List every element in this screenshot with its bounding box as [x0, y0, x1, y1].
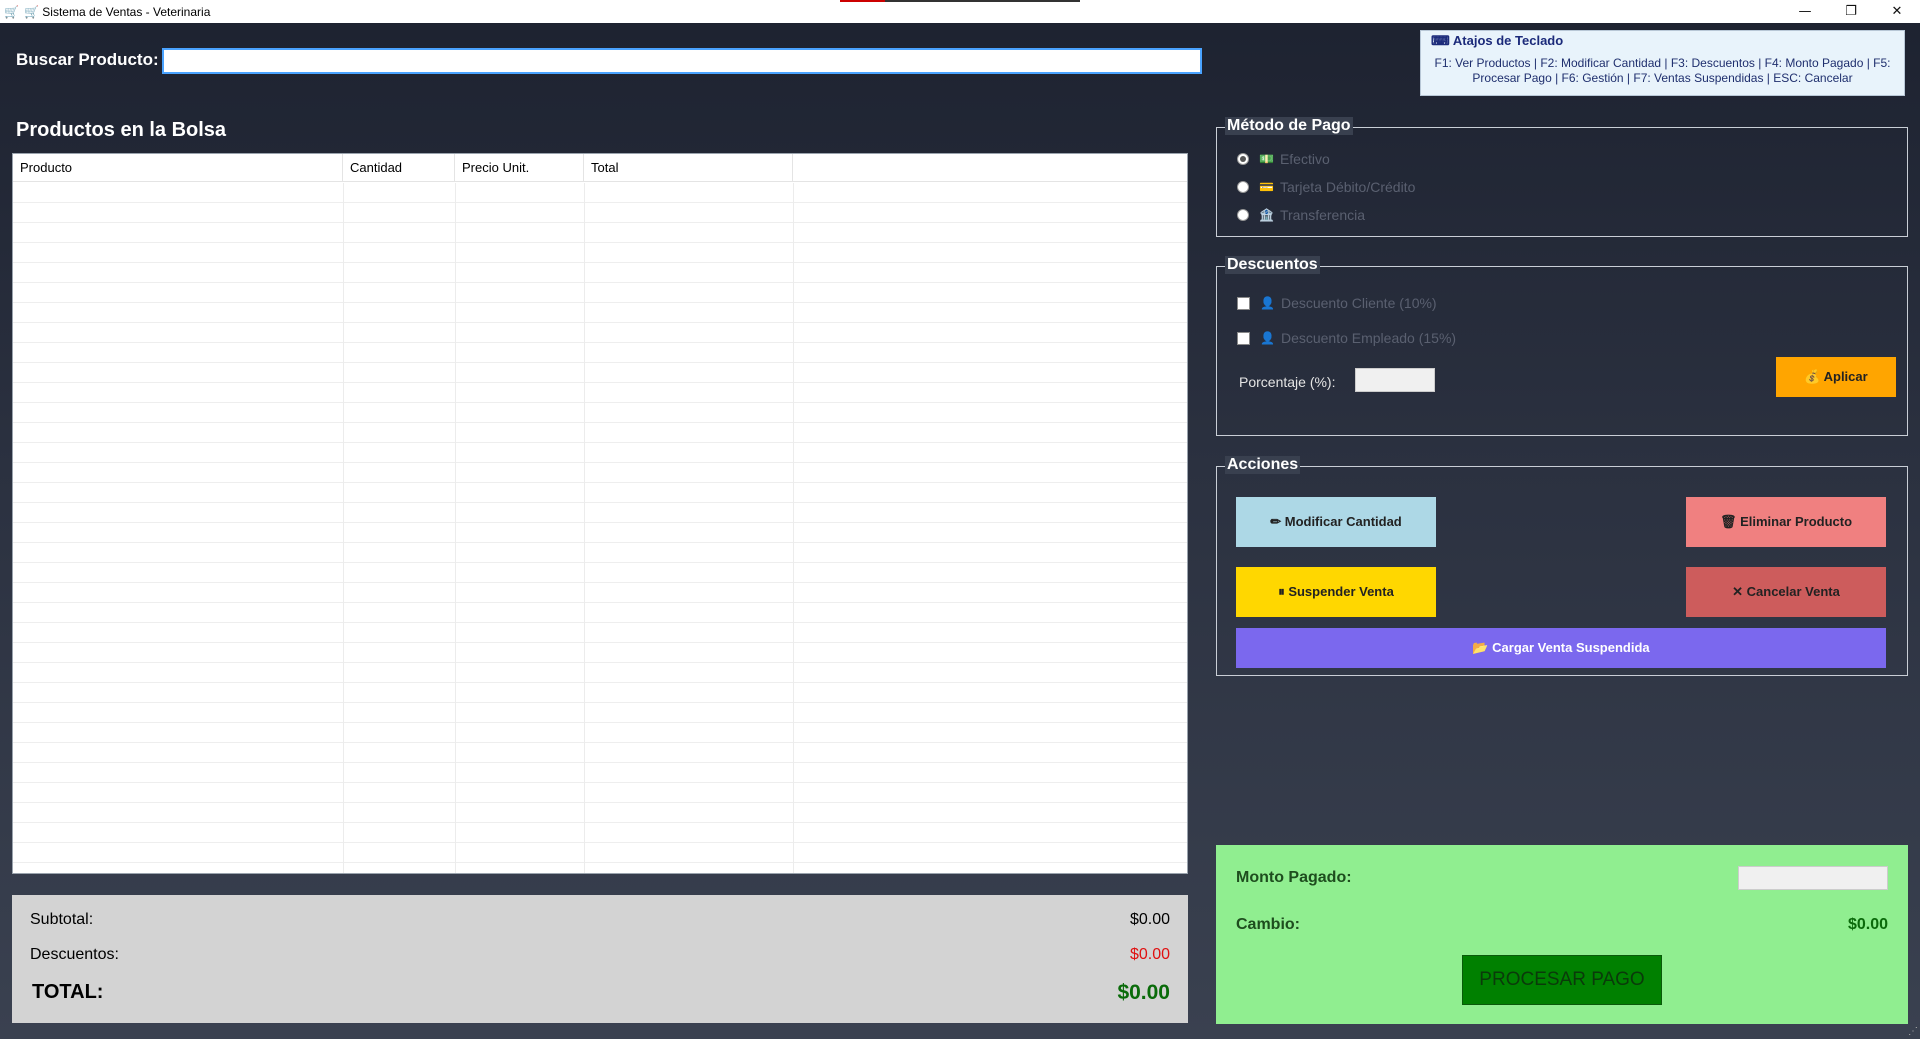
checkbox-empleado[interactable]: 👤 Descuento Empleado (15%): [1237, 330, 1456, 346]
delete-product-button[interactable]: 🗑 Eliminar Producto: [1686, 497, 1886, 547]
search-label: Buscar Producto:: [16, 50, 159, 69]
subtotal-value: $0.00: [1129, 911, 1170, 928]
products-title: Productos en la Bolsa: [16, 119, 227, 141]
payment-method-group: Método de Pago 💵 Efectivo 💳 Tarjeta Débi…: [1216, 117, 1908, 237]
bank-icon: 🏦: [1259, 208, 1274, 222]
title-accent-line: [840, 0, 1080, 2]
percent-input[interactable]: [1355, 368, 1435, 392]
products-table[interactable]: Producto Cantidad Precio Unit. Total: [12, 153, 1188, 874]
totals-panel: Subtotal: $0.00 Descuentos: $0.00 TOTAL:…: [12, 895, 1188, 1023]
subtotal-label: Subtotal:: [30, 911, 94, 928]
payment-panel: Monto Pagado: Cambio: $0.00 PROCESAR PAG…: [1216, 845, 1908, 1024]
actions-group: Acciones ✏ Modificar Cantidad 🗑 Eliminar…: [1216, 456, 1908, 676]
shortcuts-panel: ⌨ Atajos de Teclado F1: Ver Productos | …: [1420, 30, 1905, 96]
radio-label: Transferencia: [1279, 207, 1366, 223]
app-icon: 🛒: [4, 4, 19, 19]
total-value: $0.00: [1117, 981, 1170, 1004]
title-bar: 🛒 🛒 Sistema de Ventas - Veterinaria — ❐ …: [0, 0, 1920, 23]
card-icon: 💳: [1259, 180, 1274, 194]
window-title: 🛒 Sistema de Ventas - Veterinaria: [24, 4, 211, 19]
total-label: TOTAL:: [32, 981, 104, 1003]
suspend-sale-button[interactable]: ⏸ Suspender Venta: [1236, 567, 1436, 617]
radio-indicator[interactable]: [1237, 153, 1249, 165]
checkbox-label: Descuento Empleado (15%): [1280, 330, 1457, 346]
column-divider: [455, 183, 456, 873]
column-divider: [793, 183, 794, 873]
column-divider: [343, 183, 344, 873]
checkbox-indicator[interactable]: [1237, 331, 1250, 345]
column-header-cantidad[interactable]: Cantidad: [343, 154, 455, 181]
cancel-sale-button[interactable]: ✕ Cancelar Venta: [1686, 567, 1886, 617]
radio-indicator[interactable]: [1237, 181, 1249, 193]
apply-discount-button[interactable]: 💰 Aplicar: [1776, 357, 1896, 397]
load-suspended-sale-button[interactable]: 📂 Cargar Venta Suspendida: [1236, 628, 1886, 668]
radio-indicator[interactable]: [1237, 209, 1249, 221]
actions-legend: Acciones: [1225, 456, 1301, 474]
close-button[interactable]: ✕: [1874, 0, 1920, 23]
table-body: [13, 183, 1187, 873]
person-icon: 👤: [1260, 296, 1275, 310]
column-header-producto[interactable]: Producto: [13, 154, 343, 181]
amount-paid-input[interactable]: [1738, 866, 1888, 890]
payment-method-legend: Método de Pago: [1225, 117, 1353, 135]
cash-icon: 💵: [1259, 152, 1274, 166]
radio-efectivo[interactable]: 💵 Efectivo: [1237, 151, 1330, 167]
search-input[interactable]: [162, 48, 1202, 74]
amount-paid-label: Monto Pagado:: [1236, 869, 1352, 886]
column-header-total[interactable]: Total: [584, 154, 793, 181]
radio-tarjeta[interactable]: 💳 Tarjeta Débito/Crédito: [1237, 179, 1415, 195]
shortcuts-text: F1: Ver Productos | F2: Modificar Cantid…: [1434, 56, 1891, 85]
table-header: Producto Cantidad Precio Unit. Total: [13, 154, 1187, 182]
checkbox-indicator[interactable]: [1237, 296, 1250, 310]
minimize-button[interactable]: —: [1782, 0, 1828, 23]
column-divider: [584, 183, 585, 873]
resize-grip-icon[interactable]: ⋰: [1908, 1026, 1918, 1037]
radio-label: Efectivo: [1279, 151, 1330, 167]
process-payment-button[interactable]: PROCESAR PAGO: [1462, 955, 1662, 1005]
change-label: Cambio:: [1236, 916, 1300, 933]
checkbox-cliente[interactable]: 👤 Descuento Cliente (10%): [1237, 295, 1437, 311]
modify-quantity-button[interactable]: ✏ Modificar Cantidad: [1236, 497, 1436, 547]
discounts-value: $0.00: [1129, 946, 1170, 963]
discounts-legend: Descuentos: [1225, 256, 1320, 274]
shortcuts-title: ⌨ Atajos de Teclado: [1431, 33, 1564, 48]
change-value: $0.00: [1847, 916, 1888, 933]
checkbox-label: Descuento Cliente (10%): [1280, 295, 1437, 311]
window-controls: — ❐ ✕: [1782, 0, 1920, 23]
discounts-group: Descuentos 👤 Descuento Cliente (10%) 👤 D…: [1216, 256, 1908, 436]
radio-transferencia[interactable]: 🏦 Transferencia: [1237, 207, 1365, 223]
radio-label: Tarjeta Débito/Crédito: [1279, 179, 1416, 195]
restore-button[interactable]: ❐: [1828, 0, 1874, 23]
column-header-precio[interactable]: Precio Unit.: [455, 154, 584, 181]
percent-label: Porcentaje (%):: [1239, 374, 1336, 390]
person-icon: 👤: [1260, 331, 1275, 345]
discounts-label: Descuentos:: [30, 946, 119, 963]
